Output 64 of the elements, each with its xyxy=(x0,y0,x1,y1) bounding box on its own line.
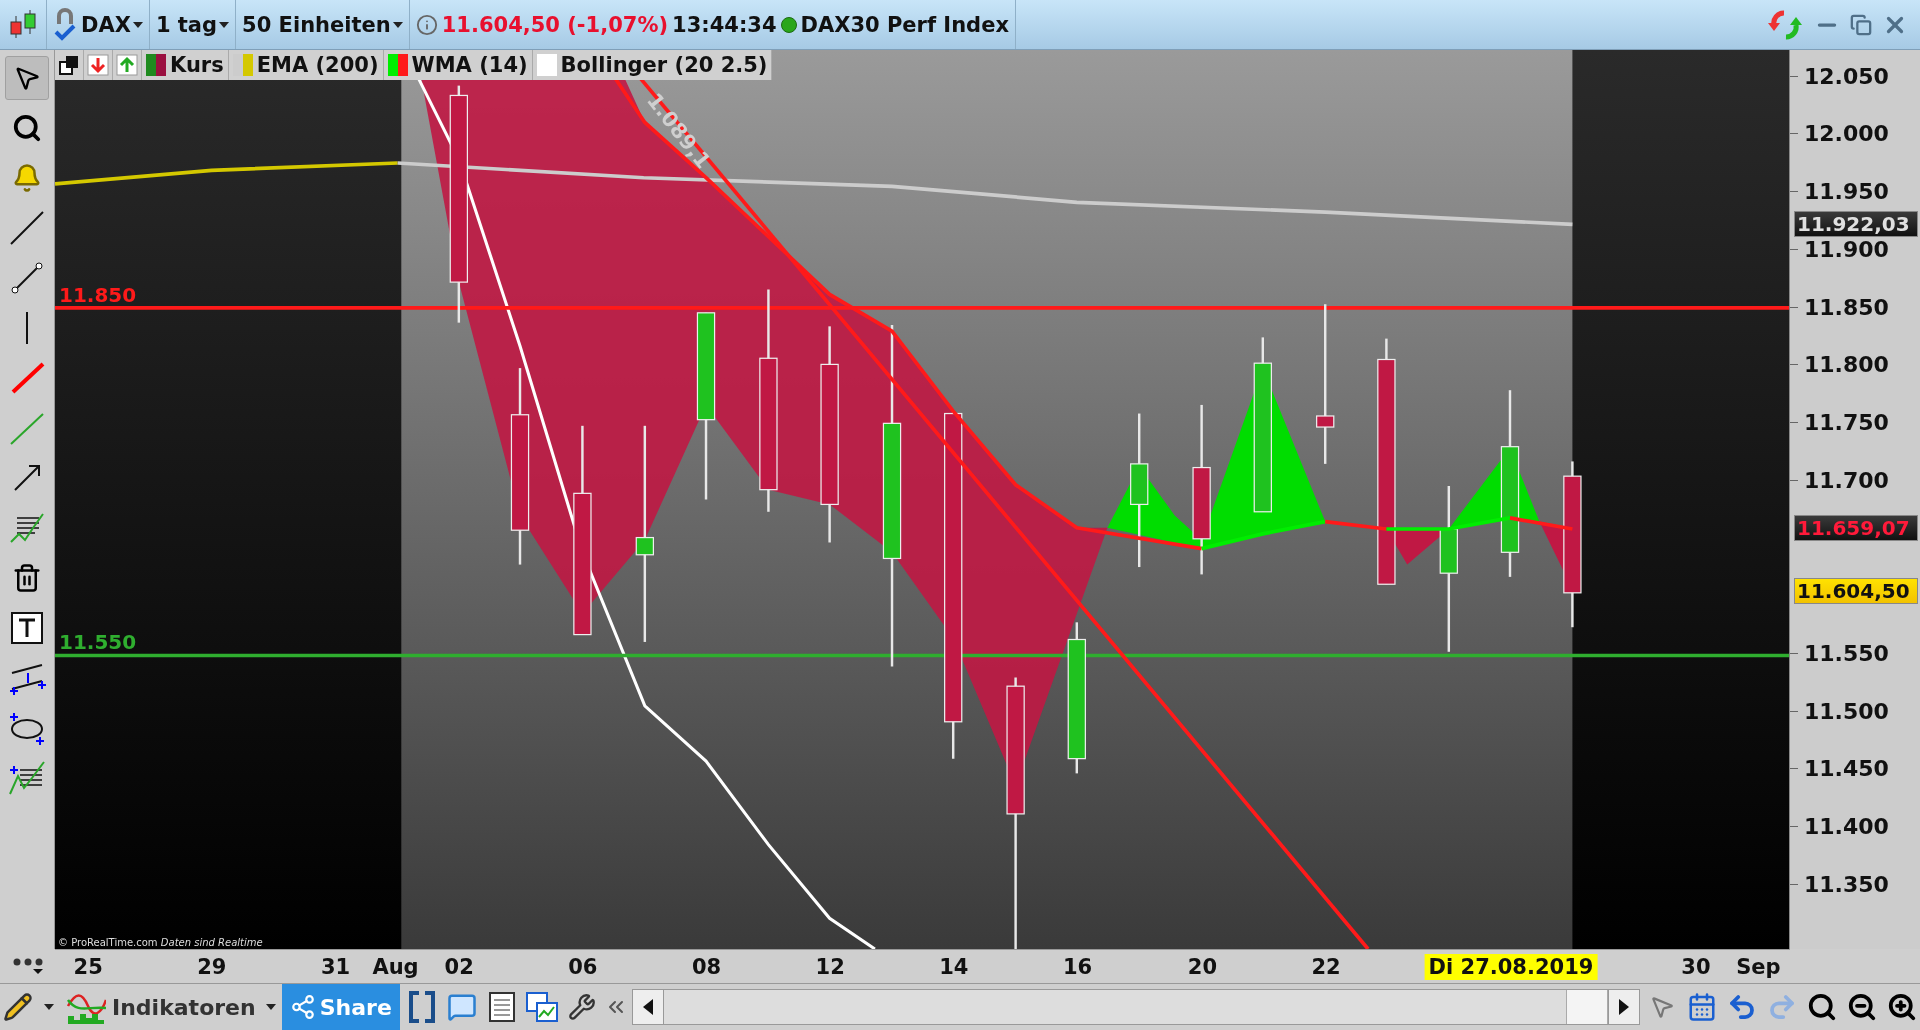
axis-tick-label: 11.750 xyxy=(1804,409,1889,435)
axis-date-label: 16 xyxy=(1062,954,1093,979)
info-icon[interactable] xyxy=(415,13,438,36)
caret-icon xyxy=(132,21,143,28)
scrollbar-thumb[interactable] xyxy=(1566,990,1608,1024)
axis-tick-label: 11.900 xyxy=(1804,236,1889,262)
axis-tick-label: 11.550 xyxy=(1804,640,1889,666)
axis-date-label: 06 xyxy=(568,954,598,979)
price-tag: 11.922,03 xyxy=(1794,210,1918,237)
indicators-button[interactable]: Indikatoren xyxy=(62,987,260,1027)
axis-tick-label: 11.950 xyxy=(1804,178,1889,204)
legend-label: Bollinger (20 2.5) xyxy=(560,53,768,77)
legend-item[interactable]: Kurs xyxy=(142,50,229,80)
instrument-name: DAX30 Perf Index xyxy=(800,12,1009,37)
period-dropdown[interactable]: 1 tag xyxy=(155,12,230,37)
price-tag: 11.659,07 xyxy=(1794,514,1918,541)
cursor-date-label: Di 27.08.2019 xyxy=(1424,953,1598,980)
axis-date-label: 30 xyxy=(1681,954,1711,979)
down-arrow-icon[interactable] xyxy=(84,50,113,80)
axis-date-label: 14 xyxy=(939,954,969,979)
up-arrow-icon[interactable] xyxy=(113,50,142,80)
pointer-icon[interactable] xyxy=(5,56,49,100)
time-text: 13:44:34 xyxy=(672,12,777,37)
units-dropdown[interactable]: 50 Einheiten xyxy=(242,12,403,37)
refresh-icon[interactable] xyxy=(1768,8,1804,41)
legend-item[interactable]: EMA (200) xyxy=(228,50,384,80)
axis-date-label: 20 xyxy=(1187,954,1218,979)
level-label: 11.850 xyxy=(59,283,137,308)
caret-icon xyxy=(392,21,403,28)
legend-label: WMA (14) xyxy=(411,53,528,77)
axis-tick-label: 11.800 xyxy=(1804,351,1889,377)
axis-date-label: 02 xyxy=(444,954,474,979)
legend-label: Kurs xyxy=(170,53,224,77)
left-arrow-icon xyxy=(642,999,653,1015)
axis-tick-label: 11.500 xyxy=(1804,698,1889,724)
axis-tick-label: 11.350 xyxy=(1804,871,1889,897)
axis-date-label: Aug xyxy=(372,954,419,979)
axis-date-label: 22 xyxy=(1311,954,1341,979)
axis-tick-label: 11.400 xyxy=(1804,813,1889,839)
level-label: 11.550 xyxy=(59,629,137,654)
magnet-check-icon[interactable] xyxy=(53,7,77,42)
axis-tick-label: 11.450 xyxy=(1804,755,1889,781)
axis-tick-label: 11.700 xyxy=(1804,467,1889,493)
price-tag: 11.604,50 xyxy=(1794,578,1918,605)
axis-date-label: 12 xyxy=(815,954,845,979)
axis-tick-label: 12.050 xyxy=(1804,63,1889,89)
price-change: 11.604,50 (-1,07%) xyxy=(441,12,669,37)
credit-text: © ProRealTime.com Daten sind Realtime xyxy=(58,937,263,948)
scrollbar[interactable] xyxy=(631,989,1640,1025)
right-arrow-icon xyxy=(1619,999,1629,1015)
legend-item[interactable]: WMA (14) xyxy=(383,50,533,80)
axis-date-label: 29 xyxy=(197,954,227,979)
restore-icon[interactable] xyxy=(1850,13,1872,36)
legend-item[interactable]: Bollinger (20 2.5) xyxy=(532,50,773,80)
legend-label: EMA (200) xyxy=(256,53,379,77)
share-icon xyxy=(289,994,316,1020)
axis-date-label: 25 xyxy=(73,954,103,979)
axis-date-label: 08 xyxy=(691,954,722,979)
axis-date-label: 31 xyxy=(320,954,351,979)
axis-tick-label: 11.850 xyxy=(1804,294,1889,320)
caret-icon xyxy=(219,21,230,28)
axis-tick-label: 12.000 xyxy=(1804,120,1889,146)
axis-date-label: Sep xyxy=(1736,954,1781,979)
symbol-dropdown[interactable]: DAX xyxy=(81,12,143,37)
